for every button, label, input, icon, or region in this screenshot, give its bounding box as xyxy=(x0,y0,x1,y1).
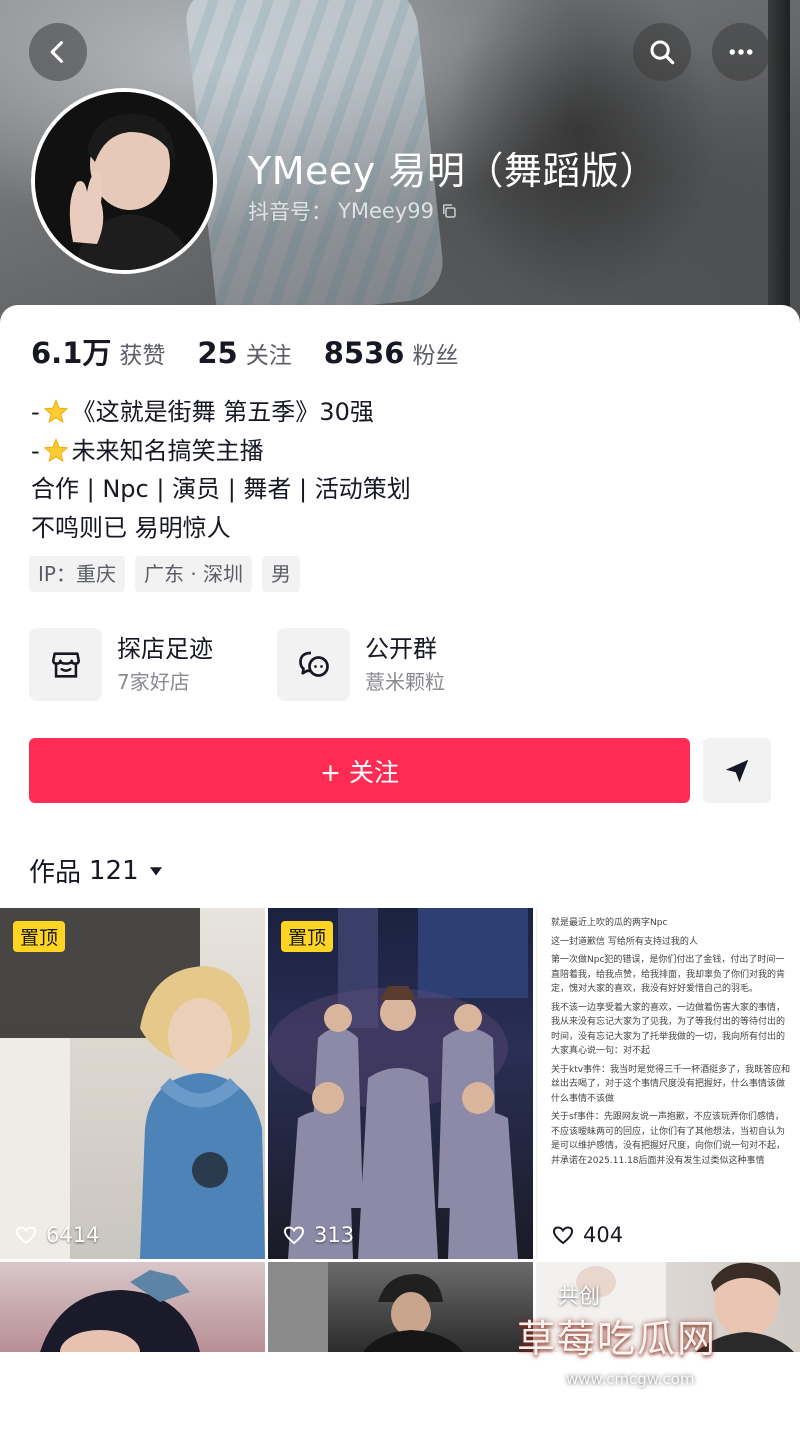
send-arrow-icon xyxy=(725,759,749,782)
stat-likes[interactable]: 6.1万 获赞 xyxy=(31,330,165,372)
letter-line: 关于sf事件：先跟网友说一声抱歉，不应该玩弄你们感情，不应该暧昧两可的回应，让你… xyxy=(551,1112,786,1166)
heart-outline-icon xyxy=(552,1226,574,1245)
feature-title: 探店足迹 xyxy=(117,634,213,663)
site-watermark-url: www.cmcgw.com xyxy=(566,1370,695,1388)
cover-pole-decoration xyxy=(768,0,790,330)
works-label: 作品 xyxy=(29,858,82,888)
bio-line: - 未来知名搞笑主播 xyxy=(31,432,411,471)
stat-label: 粉丝 xyxy=(412,343,459,369)
follow-button-label: + 关注 xyxy=(320,757,399,787)
back-button[interactable] xyxy=(29,23,87,81)
thumbnail-image xyxy=(268,908,528,1259)
chevron-left-icon xyxy=(50,41,64,63)
thumbnail-image xyxy=(0,908,265,1259)
co-creation-label: 共创 xyxy=(558,1284,600,1308)
pinned-badge: 置顶 xyxy=(281,921,334,952)
bio-line: 合作 | Npc | 演员 | 舞者 | 活动策划 xyxy=(31,475,411,503)
bio-text: 《这就是街舞 第五季》30强 xyxy=(71,398,374,426)
feature-store-visits[interactable]: 探店足迹 7家好店 xyxy=(29,628,213,701)
video-thumbnail[interactable] xyxy=(0,1262,265,1352)
store-icon xyxy=(51,651,80,678)
stat-label: 获赞 xyxy=(119,343,166,369)
letter-line: 关于ktv事件：我当时是觉得三千一杯酒挺多了，我既答应和丝出去喝了，对于这个事情… xyxy=(551,1064,791,1104)
copy-icon[interactable] xyxy=(440,202,458,220)
video-thumbnail[interactable]: 置顶 313 xyxy=(268,908,533,1259)
group-chat-icon xyxy=(298,651,329,677)
account-id-row: 抖音号： YMeey99 xyxy=(248,196,458,226)
letter-line: 就是最近上吹的瓜的两字Npc xyxy=(551,918,668,928)
thumbnail-image xyxy=(268,1262,463,1352)
tag-ip-location: IP：重庆 xyxy=(29,556,125,592)
feature-icon-box xyxy=(29,628,102,701)
star-emoji-icon xyxy=(43,399,68,424)
more-options-button[interactable] xyxy=(712,23,770,81)
heart-outline-icon xyxy=(283,1226,305,1245)
like-count: 404 xyxy=(551,1223,623,1247)
feature-title: 公开群 xyxy=(365,634,437,663)
search-button[interactable] xyxy=(633,23,691,81)
feature-icon-box xyxy=(277,628,350,701)
like-count: 313 xyxy=(282,1223,354,1247)
bio-dash: - xyxy=(31,436,40,465)
video-thumbnail[interactable] xyxy=(268,1262,533,1352)
like-count-value: 404 xyxy=(583,1223,624,1247)
follow-button[interactable]: + 关注 xyxy=(29,738,690,803)
apology-letter-text: 就是最近上吹的瓜的两字Npc 这一封道歉信 写给所有支持过我的人 第一次做Npc… xyxy=(551,916,791,1172)
star-emoji-icon xyxy=(43,437,68,462)
tag-gender: 男 xyxy=(262,556,301,592)
letter-line: 第一次做Npc犯的错误，是你们付出了金钱，付出了时间一直陪着我，给我点赞，给我排… xyxy=(551,955,786,994)
video-thumbnail[interactable]: 置顶 6414 xyxy=(0,908,265,1259)
feature-subtitle: 7家好店 xyxy=(117,669,190,694)
stat-value: 6.1万 xyxy=(31,336,112,370)
avatar[interactable] xyxy=(31,88,217,274)
bio-dash: - xyxy=(31,398,40,426)
bio-line: - 《这就是街舞 第五季》30强 xyxy=(31,393,411,432)
pinned-badge: 置顶 xyxy=(13,921,66,952)
account-id: YMeey99 xyxy=(338,199,434,223)
stats-row: 6.1万 获赞 25 关注 8536 粉丝 xyxy=(31,330,490,372)
search-icon xyxy=(650,40,675,65)
letter-line: 这一封道歉信 写给所有支持过我的人 xyxy=(551,936,698,947)
bio: - 《这就是街舞 第五季》30强 - 未来知名搞笑主播 合作 | Npc | 演… xyxy=(31,393,411,547)
heart-outline-icon xyxy=(15,1226,37,1245)
bio-line: 不鸣则已 易明惊人 xyxy=(31,513,231,542)
stat-label: 关注 xyxy=(245,343,292,369)
avatar-portrait xyxy=(35,92,213,270)
display-name: YMeey 易明（舞蹈版） xyxy=(248,149,658,193)
video-thumbnail[interactable]: 就是最近上吹的瓜的两字Npc 这一封道歉信 写给所有支持过我的人 第一次做Npc… xyxy=(536,908,800,1259)
thumbnail-image xyxy=(40,1270,200,1352)
works-tab[interactable]: 作品 121 xyxy=(29,852,165,889)
like-count: 6414 xyxy=(14,1223,99,1247)
caret-down-icon xyxy=(149,866,162,875)
letter-line: 我不该一边享受着大家的喜欢，一边做着伤害大家的事情，我从来没有忘记大家为了见我，… xyxy=(551,1002,786,1057)
more-dots-icon xyxy=(729,49,753,55)
account-id-label: 抖音号： xyxy=(248,200,332,224)
bio-text: 未来知名搞笑主播 xyxy=(71,436,264,465)
like-count-value: 6414 xyxy=(46,1223,100,1247)
feature-subtitle: 薏米颗粒 xyxy=(365,669,445,694)
site-watermark: 草莓吃瓜网 xyxy=(517,1317,718,1361)
stat-value: 8536 xyxy=(323,336,405,370)
stat-followers[interactable]: 8536 粉丝 xyxy=(324,336,459,370)
stat-value: 25 xyxy=(197,336,238,370)
works-count: 121 xyxy=(89,855,139,886)
like-count-value: 313 xyxy=(314,1223,355,1247)
stat-following[interactable]: 25 关注 xyxy=(197,336,291,370)
share-button[interactable] xyxy=(703,738,771,803)
tag-city: 广东 · 深圳 xyxy=(134,556,253,592)
feature-public-group[interactable]: 公开群 薏米颗粒 xyxy=(277,628,445,701)
profile-tags: IP：重庆 广东 · 深圳 男 xyxy=(29,556,301,592)
